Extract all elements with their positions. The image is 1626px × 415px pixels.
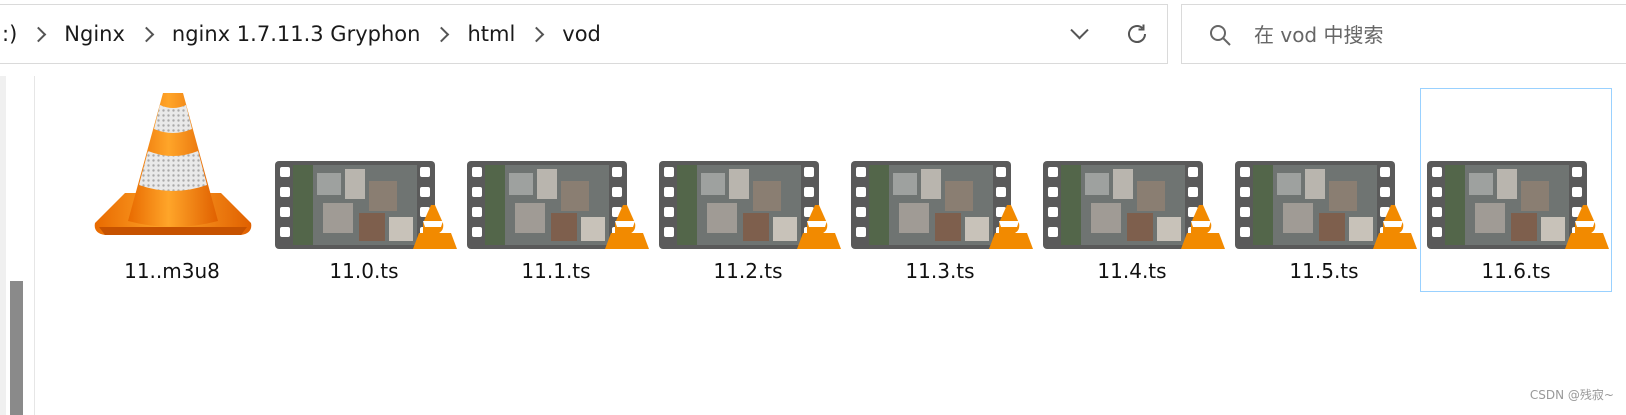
file-item-selected[interactable]: 11.6.ts xyxy=(1420,88,1612,292)
file-item[interactable]: 11.5.ts xyxy=(1228,88,1420,292)
search-icon xyxy=(1208,23,1232,47)
breadcrumb-separator-icon[interactable] xyxy=(529,26,545,42)
breadcrumb: :) Nginx nginx 1.7.11.3 Gryphon html vod xyxy=(0,5,605,63)
file-item[interactable]: 11.4.ts xyxy=(1036,88,1228,292)
file-name: 11..m3u8 xyxy=(124,259,220,283)
breadcrumb-html[interactable]: html xyxy=(463,22,519,46)
search-box[interactable] xyxy=(1181,4,1626,64)
video-film-thumbnail-icon xyxy=(849,93,1033,258)
video-film-thumbnail-icon xyxy=(465,93,649,258)
file-name: 11.1.ts xyxy=(521,259,591,283)
chevron-down-icon[interactable] xyxy=(1068,20,1090,45)
breadcrumb-separator-icon[interactable] xyxy=(434,26,450,42)
nav-scrollbar-track[interactable] xyxy=(0,76,6,415)
file-name: 11.5.ts xyxy=(1289,259,1359,283)
video-film-thumbnail-icon xyxy=(657,93,841,258)
file-name: 11.0.ts xyxy=(329,259,399,283)
search-input[interactable] xyxy=(1252,17,1616,53)
nav-scrollbar-thumb[interactable] xyxy=(10,281,23,415)
file-item[interactable]: 11.1.ts xyxy=(460,88,652,292)
watermark: CSDN @残寂~ xyxy=(1529,388,1614,402)
breadcrumb-vod[interactable]: vod xyxy=(558,22,605,46)
file-grid: 11..m3u8 11.0.ts 11.1.ts 11.2.ts 11.3.ts… xyxy=(76,88,1612,292)
video-film-thumbnail-icon xyxy=(1233,93,1417,258)
breadcrumb-separator-icon[interactable] xyxy=(31,26,47,42)
file-explorer-window: :) Nginx nginx 1.7.11.3 Gryphon html vod xyxy=(0,0,1626,415)
file-name: 11.3.ts xyxy=(905,259,975,283)
address-bar[interactable]: :) Nginx nginx 1.7.11.3 Gryphon html vod xyxy=(0,4,1168,64)
file-item[interactable]: 11..m3u8 xyxy=(76,88,268,292)
video-film-thumbnail-icon xyxy=(273,93,457,258)
file-name: 11.4.ts xyxy=(1097,259,1167,283)
file-item[interactable]: 11.2.ts xyxy=(652,88,844,292)
file-name: 11.6.ts xyxy=(1481,259,1551,283)
file-item[interactable]: 11.0.ts xyxy=(268,88,460,292)
navigation-pane[interactable] xyxy=(0,76,35,415)
video-film-thumbnail-icon xyxy=(1041,93,1225,258)
breadcrumb-nginx[interactable]: Nginx xyxy=(60,22,129,46)
refresh-icon[interactable] xyxy=(1124,21,1150,47)
video-film-thumbnail-icon xyxy=(1425,93,1609,258)
file-name: 11.2.ts xyxy=(713,259,783,283)
breadcrumb-drive[interactable]: :) xyxy=(0,22,21,46)
file-item[interactable]: 11.3.ts xyxy=(844,88,1036,292)
vlc-cone-icon xyxy=(81,91,265,258)
breadcrumb-separator-icon[interactable] xyxy=(138,26,155,42)
breadcrumb-nginx-gryphon[interactable]: nginx 1.7.11.3 Gryphon xyxy=(168,22,425,46)
